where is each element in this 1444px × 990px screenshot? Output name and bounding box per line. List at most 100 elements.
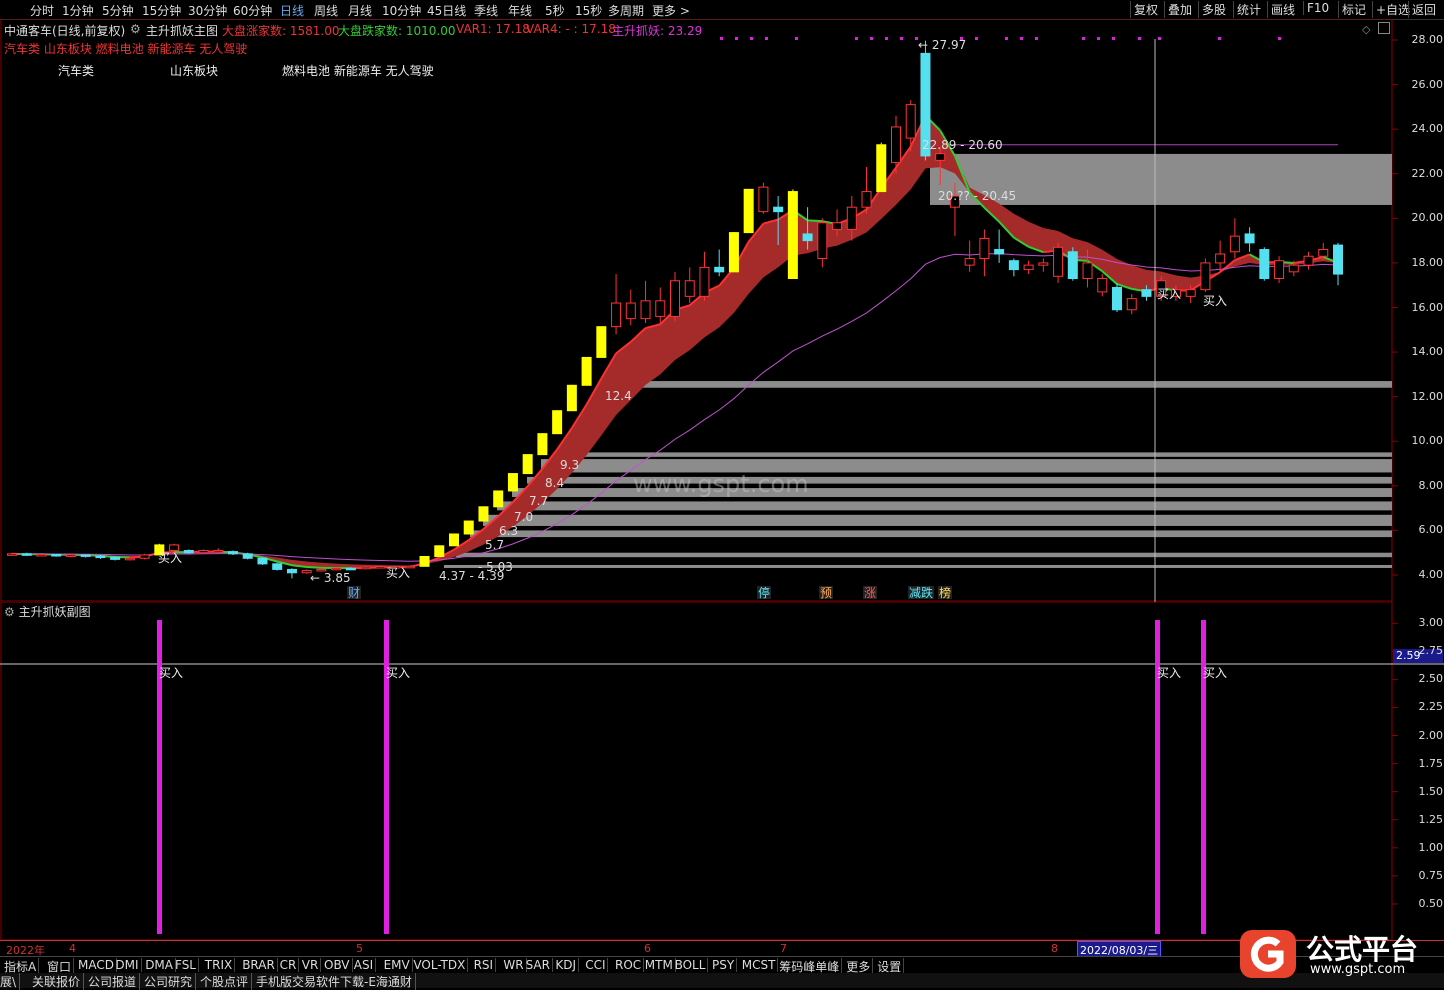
candle-body bbox=[1039, 263, 1048, 265]
range-label-4: - 5.03 bbox=[478, 560, 513, 574]
period-tab-4[interactable]: 30分钟 bbox=[188, 2, 227, 19]
sub-buy-label: 买入 bbox=[386, 666, 410, 680]
main-price-chart[interactable]: ← 27.97← 3.8522.89 - 20.6020.?? - 20.454… bbox=[0, 19, 1444, 602]
indicator-tab-12[interactable]: EMV bbox=[382, 958, 413, 972]
indicator-tab-10[interactable]: OBV bbox=[322, 958, 353, 972]
period-tab-9[interactable]: 10分钟 bbox=[382, 2, 421, 19]
period-tab-6[interactable]: 日线 bbox=[280, 2, 304, 19]
signal-dot bbox=[720, 37, 723, 40]
indicator-tab-2[interactable]: MACD bbox=[76, 958, 117, 972]
indicator-tab-6[interactable]: TRIX bbox=[203, 958, 235, 972]
candle-body bbox=[346, 568, 355, 570]
period-tab-2[interactable]: 5分钟 bbox=[102, 2, 134, 19]
sub-settings-gear-icon[interactable]: ⚙ bbox=[4, 605, 15, 619]
date-label-1: 4 bbox=[69, 942, 76, 955]
indicator-tab-18[interactable]: CCI bbox=[583, 958, 608, 972]
candle-body bbox=[435, 546, 444, 557]
indicator-tab-5[interactable]: FSL bbox=[173, 958, 199, 972]
toolbar-btn-8[interactable]: 返回 bbox=[1408, 1, 1439, 18]
candle-body bbox=[1289, 265, 1298, 272]
sub-tick-label: 0.50 bbox=[1393, 897, 1443, 910]
candle-body bbox=[744, 189, 753, 232]
bottom-link-2[interactable]: 公司报道 bbox=[88, 973, 140, 990]
period-tab-7[interactable]: 周线 bbox=[314, 2, 338, 19]
candle-body bbox=[803, 234, 812, 241]
candle-body bbox=[214, 550, 223, 552]
candle-body bbox=[22, 554, 31, 556]
indicator-tab-3[interactable]: DMI bbox=[113, 958, 141, 972]
indicator-tab-4[interactable]: DMA bbox=[143, 958, 176, 972]
candle-body bbox=[995, 250, 1004, 254]
bottom-link-0[interactable]: 展\ bbox=[0, 973, 20, 990]
period-tab-14[interactable]: 15秒 bbox=[575, 2, 602, 19]
candle-body bbox=[847, 207, 856, 229]
toolbar-btn-5[interactable]: F10 bbox=[1303, 1, 1332, 15]
period-tab-15[interactable]: 多周期 bbox=[608, 2, 644, 19]
bottom-link-3[interactable]: 公司研究 bbox=[144, 973, 196, 990]
period-tab-3[interactable]: 15分钟 bbox=[142, 2, 181, 19]
indicator-tab-7[interactable]: BRAR bbox=[240, 958, 278, 972]
signal-dot bbox=[975, 37, 978, 40]
candle-body bbox=[729, 233, 738, 272]
bottom-mark-1: 停 bbox=[758, 585, 770, 600]
indicator-tab-16[interactable]: SAR bbox=[524, 958, 553, 972]
bottom-link-4[interactable]: 个股点评 bbox=[200, 973, 252, 990]
indicator-tab-20[interactable]: MTM bbox=[643, 958, 676, 972]
indicator-tab-8[interactable]: CR bbox=[278, 958, 300, 972]
period-tab-0[interactable]: 分时 bbox=[30, 2, 54, 19]
toolbar-btn-6[interactable]: 标记 bbox=[1338, 1, 1369, 18]
toolbar-btn-4[interactable]: 画线 bbox=[1267, 1, 1298, 18]
period-tab-1[interactable]: 1分钟 bbox=[62, 2, 94, 19]
signal-dot bbox=[1097, 37, 1100, 40]
sub-tick-label: 0.75 bbox=[1393, 869, 1443, 882]
signal-dot bbox=[765, 37, 768, 40]
toolbar-btn-0[interactable]: 复权 bbox=[1130, 1, 1161, 18]
candle-body bbox=[464, 521, 473, 534]
candle-body bbox=[37, 554, 46, 556]
sub-tick-label: 1.00 bbox=[1393, 841, 1443, 854]
indicator-tab-13[interactable]: VOL-TDX bbox=[411, 958, 468, 972]
high-label: ← 27.97 bbox=[918, 38, 966, 52]
range-label-1: 22.89 - 20.60 bbox=[922, 138, 1003, 152]
candle-body bbox=[52, 554, 61, 556]
indicator-tab-22[interactable]: PSY bbox=[710, 958, 737, 972]
indicator-tab-23[interactable]: MCST bbox=[740, 958, 779, 972]
sub-indicator-chart[interactable]: 买入买入买入买入 bbox=[0, 602, 1444, 940]
period-tab-16[interactable]: 更多 > bbox=[652, 2, 690, 19]
period-tab-11[interactable]: 季线 bbox=[474, 2, 498, 19]
buy-label-4: 买入 bbox=[1203, 294, 1227, 308]
candle-body bbox=[376, 567, 385, 569]
candle-body bbox=[715, 267, 724, 271]
candle-body bbox=[479, 507, 488, 521]
candle-body bbox=[700, 267, 709, 296]
logo-url: www.gspt.com bbox=[1310, 962, 1405, 977]
price-tick-label: 8.00 bbox=[1393, 479, 1443, 492]
indicator-tab-14[interactable]: RSI bbox=[472, 958, 497, 972]
toolbar-btn-2[interactable]: 多股 bbox=[1198, 1, 1229, 18]
level-label-7b: 7.0 bbox=[514, 510, 533, 524]
toolbar-btn-7[interactable]: +自选 bbox=[1372, 1, 1413, 18]
bottom-mark-5: 榜 bbox=[939, 585, 951, 600]
indicator-tab-11[interactable]: ASI bbox=[352, 958, 376, 972]
indicator-tab-19[interactable]: ROC bbox=[613, 958, 644, 972]
period-tab-12[interactable]: 年线 bbox=[508, 2, 532, 19]
indicator-tab-9[interactable]: VR bbox=[300, 958, 322, 972]
bottom-link-5[interactable]: 手机版交易软件下载-E海通财 bbox=[256, 973, 416, 990]
toolbar-btn-3[interactable]: 统计 bbox=[1233, 1, 1264, 18]
candle-body bbox=[494, 491, 503, 507]
candle-body bbox=[229, 552, 238, 554]
candle-body bbox=[612, 303, 621, 327]
toolbar-btn-1[interactable]: 叠加 bbox=[1164, 1, 1195, 18]
bottom-link-1[interactable]: 关联报价 bbox=[32, 973, 84, 990]
period-tab-8[interactable]: 月线 bbox=[348, 2, 372, 19]
level-label-8: 8.4 bbox=[545, 476, 564, 490]
support-band-6 bbox=[497, 501, 1392, 510]
period-tab-10[interactable]: 45日线 bbox=[427, 2, 466, 19]
indicator-tab-21[interactable]: BOLL bbox=[673, 958, 709, 972]
watermark: www.gspt.com bbox=[633, 470, 809, 498]
level-label-5: 5.7 bbox=[485, 538, 504, 552]
indicator-tab-17[interactable]: KDJ bbox=[553, 958, 579, 972]
period-tab-5[interactable]: 60分钟 bbox=[233, 2, 272, 19]
period-tab-13[interactable]: 5秒 bbox=[545, 2, 565, 19]
candle-body bbox=[111, 557, 120, 559]
